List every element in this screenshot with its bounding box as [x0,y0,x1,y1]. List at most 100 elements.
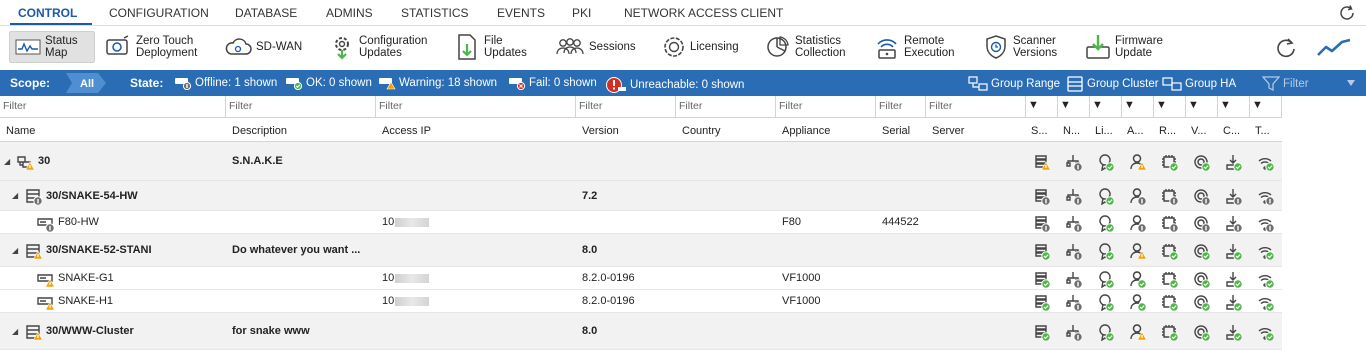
column-s-header[interactable]: S... [1027,118,1057,142]
group-range-button[interactable]: Group Range [968,76,1060,91]
state-warning-filter[interactable]: Warning: 18 shown [378,76,497,90]
file-updates-button[interactable]: File Updates [456,31,527,63]
sessions-button[interactable]: Sessions [555,31,636,63]
filter-appliance-input[interactable]: Filter [776,96,876,118]
filter-server-input[interactable]: Filter [926,96,1026,118]
config-updates-button[interactable]: Configuration Updates [329,31,427,63]
database-icon[interactable] [1032,187,1050,205]
network-icon[interactable] [1064,242,1082,260]
filter-button[interactable]: Filter [1262,76,1309,91]
certificate-icon[interactable] [1096,187,1114,205]
menu-events[interactable]: EVENTS [497,6,545,20]
menu-database[interactable]: DATABASE [235,6,297,20]
certificate-icon[interactable] [1096,153,1114,171]
certificate-icon[interactable] [1096,293,1114,311]
filter-s-dropdown[interactable]: ▼ [1026,96,1058,118]
admin-user-icon[interactable] [1128,153,1146,171]
network-icon[interactable] [1064,270,1082,288]
scanner-versions-button[interactable]: Scanner Versions [983,31,1057,63]
database-icon[interactable] [1032,214,1050,232]
chevron-down-icon[interactable] [1346,78,1356,88]
admin-user-icon[interactable] [1128,242,1146,260]
column-a-header[interactable]: A... [1123,118,1153,142]
expand-toggle-icon[interactable]: ◢ [12,327,18,336]
refresh-icon[interactable] [1338,4,1356,22]
database-icon[interactable] [1032,242,1050,260]
state-offline-filter[interactable]: Offline: 1 shown [174,76,277,90]
virus-scanner-icon[interactable] [1192,242,1210,260]
chip-icon[interactable] [1160,214,1178,232]
filter-r-dropdown[interactable]: ▼ [1154,96,1186,118]
table-row[interactable]: ◢ 30/SNAKE-54-HW 7.2 [0,181,1282,211]
virus-scanner-icon[interactable] [1192,214,1210,232]
admin-user-icon[interactable] [1128,270,1146,288]
wireless-icon[interactable] [1256,153,1274,171]
column-t-header[interactable]: T... [1251,118,1281,142]
chip-icon[interactable] [1160,293,1178,311]
config-download-icon[interactable] [1224,214,1242,232]
admin-user-icon[interactable] [1128,214,1146,232]
menu-statistics[interactable]: STATISTICS [401,6,469,20]
network-icon[interactable] [1064,293,1082,311]
expand-toggle-icon[interactable]: ◢ [12,191,18,200]
filter-country-input[interactable]: Filter [676,96,776,118]
column-serial-header[interactable]: Serial [878,118,924,142]
menu-network-access-client[interactable]: NETWORK ACCESS CLIENT [624,6,783,20]
network-icon[interactable] [1064,323,1082,341]
filter-n-dropdown[interactable]: ▼ [1058,96,1090,118]
column-server-header[interactable]: Server [928,118,1024,142]
database-icon[interactable] [1032,323,1050,341]
table-row[interactable]: SNAKE-G1 10 8.2.0-0196 VF1000 [0,267,1282,290]
table-row[interactable]: F80-HW 10 F80 444522 [0,211,1282,234]
column-name-header[interactable]: Name [2,118,224,142]
wireless-icon[interactable] [1256,293,1274,311]
network-icon[interactable] [1064,187,1082,205]
column-version-header[interactable]: Version [578,118,674,142]
config-download-icon[interactable] [1224,323,1242,341]
virus-scanner-icon[interactable] [1192,293,1210,311]
chip-icon[interactable] [1160,323,1178,341]
wireless-icon[interactable] [1256,214,1274,232]
filter-li-dropdown[interactable]: ▼ [1090,96,1122,118]
filter-c-dropdown[interactable]: ▼ [1218,96,1250,118]
chip-icon[interactable] [1160,242,1178,260]
database-icon[interactable] [1032,153,1050,171]
database-icon[interactable] [1032,293,1050,311]
state-fail-filter[interactable]: Fail: 0 shown [508,76,597,90]
admin-user-icon[interactable] [1128,323,1146,341]
filter-a-dropdown[interactable]: ▼ [1122,96,1154,118]
column-access-ip-header[interactable]: Access IP [378,118,574,142]
config-download-icon[interactable] [1224,153,1242,171]
state-unreachable-filter[interactable]: Unreachable: 0 shown [605,76,744,94]
table-row[interactable]: ◢ 30 S.N.A.K.E [0,142,1282,181]
column-description-header[interactable]: Description [228,118,374,142]
expand-toggle-icon[interactable]: ◢ [4,157,10,166]
certificate-icon[interactable] [1096,323,1114,341]
trend-icon[interactable] [1316,38,1352,58]
column-n-header[interactable]: N... [1059,118,1089,142]
menu-admins[interactable]: ADMINS [326,6,373,20]
chip-icon[interactable] [1160,187,1178,205]
firmware-update-button[interactable]: Firmware Update [1085,31,1163,63]
config-download-icon[interactable] [1224,187,1242,205]
admin-user-icon[interactable] [1128,293,1146,311]
filter-description-input[interactable]: Filter [226,96,376,118]
table-row[interactable]: ◢ 30/WWW-Cluster for snake www 8.0 [0,313,1282,350]
virus-scanner-icon[interactable] [1192,153,1210,171]
menu-pki[interactable]: PKI [572,6,591,20]
database-icon[interactable] [1032,270,1050,288]
virus-scanner-icon[interactable] [1192,270,1210,288]
filter-serial-input[interactable]: Filter [876,96,926,118]
table-row[interactable]: SNAKE-H1 10 8.2.0-0196 VF1000 [0,290,1282,313]
reload-icon[interactable] [1275,37,1297,59]
scope-all-chip[interactable]: All [66,73,106,93]
remote-exec-button[interactable]: Remote Execution [874,31,955,63]
column-c-header[interactable]: C... [1219,118,1249,142]
filter-t-dropdown[interactable]: ▼ [1250,96,1282,118]
certificate-icon[interactable] [1096,270,1114,288]
status-map-button[interactable]: Status Map [9,31,95,63]
chip-icon[interactable] [1160,270,1178,288]
config-download-icon[interactable] [1224,270,1242,288]
zero-touch-button[interactable]: Zero Touch Deployment [104,31,197,63]
certificate-icon[interactable] [1096,214,1114,232]
